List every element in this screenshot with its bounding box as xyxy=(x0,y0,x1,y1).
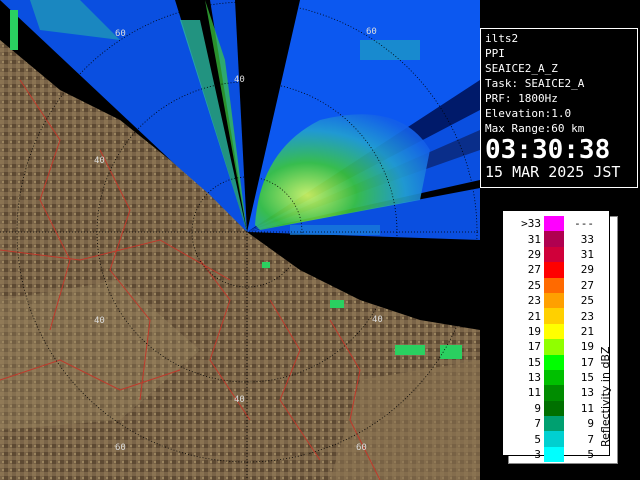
legend-row: 9 11 xyxy=(513,400,594,417)
legend-color-swatch xyxy=(544,339,564,355)
ring-label: 40 xyxy=(94,316,105,326)
legend-upper-value: 23 xyxy=(580,309,594,323)
legend-row: 15 17 xyxy=(513,354,594,370)
product-type: PPI xyxy=(485,47,505,60)
legend-lower-value: 27 xyxy=(527,263,541,277)
ring-label: 40 xyxy=(234,395,245,405)
scan-date: 15 MAR 2025 JST xyxy=(485,163,621,181)
scan-name: SEAICE2_A_Z xyxy=(485,62,558,75)
legend-color-swatch xyxy=(544,292,564,309)
legend-upper-value: 11 xyxy=(580,401,594,415)
legend-upper-value: 19 xyxy=(580,340,594,354)
legend-color-swatch xyxy=(544,431,564,447)
legend-row: 19 21 xyxy=(513,323,594,340)
legend-row: 35 xyxy=(513,446,594,463)
legend-row: 21 23 xyxy=(513,308,594,324)
elevation-value: Elevation:1.0 xyxy=(485,107,572,120)
legend-upper-value: 25 xyxy=(580,294,594,308)
legend-upper-value: 29 xyxy=(580,263,594,277)
legend-upper-value: 15 xyxy=(580,371,594,385)
radar-display: 60 40 40 60 40 40 40 60 60 ilts2 PPI SEA… xyxy=(0,0,640,480)
legend-row: 13 15 xyxy=(513,369,594,386)
legend-upper-value: 7 xyxy=(587,432,594,446)
legend-color-swatch xyxy=(544,277,564,293)
legend-upper-value: 9 xyxy=(587,417,594,431)
legend-color-swatch xyxy=(544,385,564,401)
legend-lower-value: 11 xyxy=(527,386,541,400)
legend-row: 29 31 xyxy=(513,246,594,263)
legend-rows: >33 --- 31 33 29 31 27 29 25 27 23 25 21 23 19 21 17 19 15… xyxy=(513,216,594,463)
legend-lower-value: 21 xyxy=(527,309,541,323)
legend-upper-value: 17 xyxy=(580,355,594,369)
legend-lower-value: 19 xyxy=(527,324,541,338)
legend-color-swatch xyxy=(544,400,564,417)
legend-color-swatch xyxy=(544,416,564,432)
legend-row: 27 29 xyxy=(513,262,594,278)
legend-row: 31 33 xyxy=(513,231,594,247)
site-name: ilts2 xyxy=(485,32,519,45)
legend-color-swatch xyxy=(544,246,564,263)
legend-color-swatch xyxy=(544,308,564,324)
legend-lower-value: 5 xyxy=(534,432,541,446)
legend-color-swatch xyxy=(544,216,564,232)
legend-row: 25 27 xyxy=(513,277,594,293)
legend-color-swatch xyxy=(544,369,564,386)
legend-card: >33 --- 31 33 29 31 27 29 25 27 23 25 21 23 19 21 17 19 15… xyxy=(502,210,612,463)
ring-label: 60 xyxy=(366,27,377,37)
legend-lower-value: 31 xyxy=(527,232,541,246)
legend-lower-value: 29 xyxy=(527,247,541,261)
legend-lower-value: 23 xyxy=(527,294,541,308)
legend-lower-value: 9 xyxy=(534,401,541,415)
legend-lower-value: 13 xyxy=(527,371,541,385)
legend-lower-value: 17 xyxy=(527,340,541,354)
legend-upper-value: 21 xyxy=(580,324,594,338)
legend-row: 79 xyxy=(513,416,594,432)
scan-time: 03:30:38 xyxy=(485,135,611,165)
legend-color-swatch xyxy=(544,354,564,370)
legend-row: 57 xyxy=(513,431,594,447)
color-legend: >33 --- 31 33 29 31 27 29 25 27 23 25 21 23 19 21 17 19 15… xyxy=(502,210,618,464)
ring-label: 40 xyxy=(94,156,105,166)
legend-row: 11 13 xyxy=(513,385,594,401)
legend-lower-value: 25 xyxy=(527,278,541,292)
legend-upper-value: 5 xyxy=(587,448,594,462)
legend-row: >33 --- xyxy=(513,216,594,232)
legend-color-swatch xyxy=(544,262,564,278)
ring-label: 40 xyxy=(234,75,245,85)
legend-lower-value: 15 xyxy=(527,355,541,369)
ring-label: 60 xyxy=(356,443,367,453)
info-panel: ilts2 PPI SEAICE2_A_Z Task: SEAICE2_A PR… xyxy=(480,28,638,188)
legend-upper-value: 27 xyxy=(580,278,594,292)
legend-lower-value: 7 xyxy=(534,417,541,431)
legend-title: Reflectivity in dBZ xyxy=(599,346,612,447)
legend-upper-value: 31 xyxy=(580,247,594,261)
legend-row: 23 25 xyxy=(513,292,594,309)
legend-upper-value: 13 xyxy=(580,386,594,400)
legend-color-swatch xyxy=(544,446,564,463)
task-name: Task: SEAICE2_A xyxy=(485,77,585,90)
legend-color-swatch xyxy=(544,323,564,340)
ring-label: 60 xyxy=(115,443,126,453)
legend-lower-value: >33 xyxy=(521,217,541,231)
ring-label: 40 xyxy=(372,315,383,325)
ring-label: 60 xyxy=(115,29,126,39)
max-range-value: Max Range:60 km xyxy=(485,122,585,135)
legend-upper-value: 33 xyxy=(580,232,594,246)
legend-color-swatch xyxy=(544,231,564,247)
prf-value: PRF: 1800Hz xyxy=(485,92,558,105)
legend-upper-value: --- xyxy=(574,217,594,231)
legend-row: 17 19 xyxy=(513,339,594,355)
legend-lower-value: 3 xyxy=(534,448,541,462)
